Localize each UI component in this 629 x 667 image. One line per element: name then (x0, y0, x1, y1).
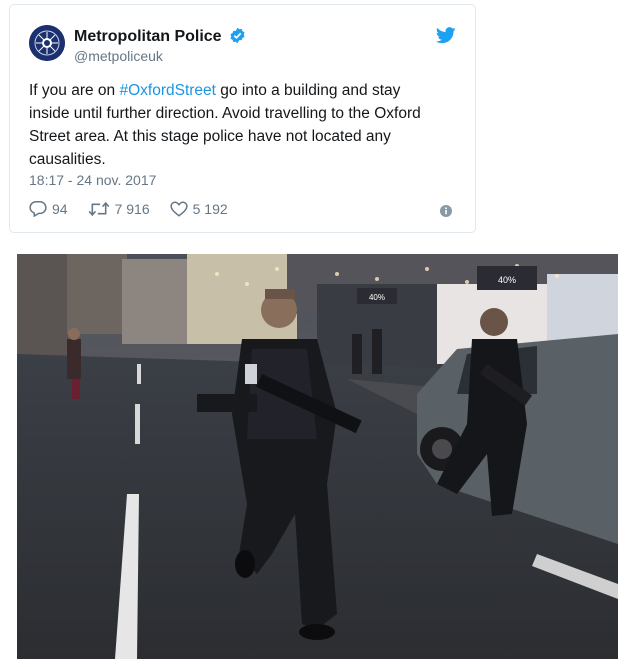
like-count: 5 192 (192, 200, 228, 217)
hashtag-link[interactable]: #OxfordStreet (119, 82, 216, 99)
heart-icon (169, 200, 188, 217)
store-sign-percent-2: 40% (369, 293, 385, 302)
account-name-text[interactable]: Metropolitan Police (74, 28, 222, 45)
retweet-button[interactable]: 7 916 (88, 201, 150, 217)
account-handle[interactable]: @metpoliceuk (74, 47, 163, 65)
retweet-icon (88, 201, 109, 216)
twitter-bird-icon[interactable] (436, 27, 456, 44)
tweet-actions: 94 7 916 5 192 (29, 200, 248, 217)
verified-badge-icon (230, 27, 245, 44)
retweet-count: 7 916 (114, 200, 150, 217)
tweet-text-start: If you are on (29, 82, 120, 99)
reply-icon (29, 201, 47, 217)
store-sign-percent: 40% (498, 275, 516, 285)
reply-count: 94 (52, 200, 68, 217)
armed-police-street-photo: 40% 40% (17, 254, 618, 659)
info-icon[interactable] (440, 205, 452, 217)
tweet-timestamp[interactable]: 18:17 - 24 nov. 2017 (29, 172, 156, 188)
tweet-card[interactable]: Metropolitan Police @metpoliceuk If you … (9, 4, 476, 233)
news-photo: 40% 40% (17, 254, 618, 659)
like-button[interactable]: 5 192 (169, 200, 228, 217)
reply-button[interactable]: 94 (29, 200, 68, 217)
tweet-text: If you are on #OxfordStreet go into a bu… (29, 79, 449, 171)
account-name[interactable]: Metropolitan Police (74, 27, 246, 47)
avatar[interactable] (29, 25, 65, 61)
police-crest-icon (29, 25, 65, 61)
